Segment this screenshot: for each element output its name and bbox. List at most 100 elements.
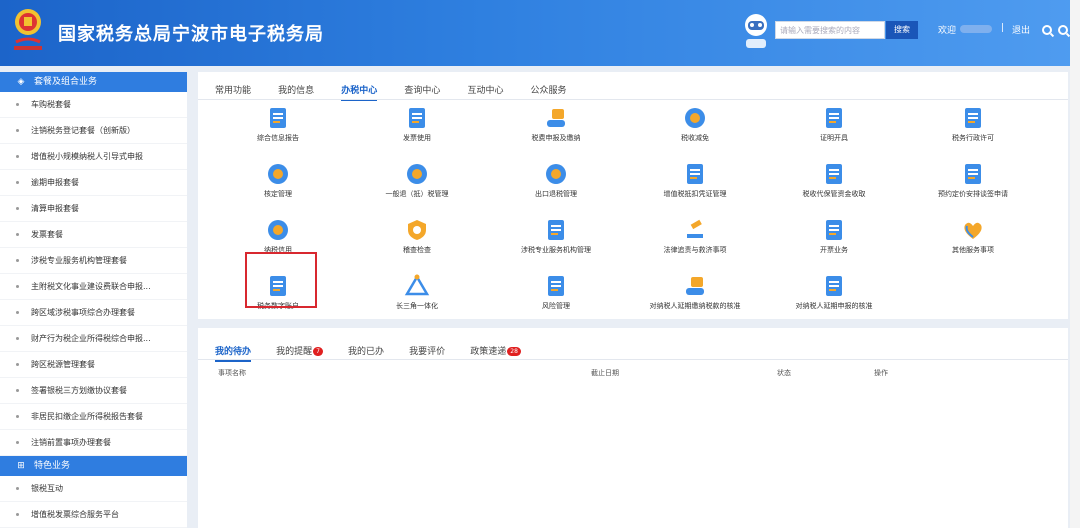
sidebar-item-special[interactable]: 银税互动 [0,476,187,502]
sidebar-item-label: 跨区税源管理套餐 [31,360,95,369]
tab-policy[interactable]: 政策速递 28 [470,344,521,360]
bullet-icon [16,415,19,418]
sidebar-item-package[interactable]: 注销前置事项办理套餐 [0,430,187,456]
license-icon [965,108,981,128]
sidebar-item-label: 签署银税三方划缴协议套餐 [31,386,127,395]
sidebar-item-label: 注销前置事项办理套餐 [31,438,111,447]
service-fund[interactable]: 税收代保管资金收取 [764,158,904,204]
welcome-text: 欢迎 [938,26,957,36]
logout-link[interactable]: 退出 [1012,23,1030,36]
service-law[interactable]: 法律追责与救济事项 [625,214,765,260]
sidebar-item-label: 涉税专业服务机构管理套餐 [31,256,127,265]
sidebar-section-special[interactable]: ⊞ 特色业务 [0,456,187,476]
service-center-panel: 常用功能 我的信息 办税中心 查询中心 互动中心 公众服务 综合信息报告 发票使用… [198,72,1068,319]
approve-icon [268,164,288,184]
search-button[interactable]: 搜索 [886,21,918,39]
sidebar-item-package[interactable]: 跨区税源管理套餐 [0,352,187,378]
sidebar-item-package[interactable]: 增值税小规模纳税人引导式申报 [0,144,187,170]
service-deferred-declare[interactable]: 对纳税人延期申报的核准 [764,270,904,316]
bullet-icon [16,103,19,106]
fund-icon [826,164,842,184]
bullet-icon [16,181,19,184]
sidebar-item-label: 增值税发票综合服务平台 [31,510,119,519]
sidebar-item-package[interactable]: 跨区域涉税事项综合办理套餐 [0,300,187,326]
page-scrollbar[interactable] [1070,0,1080,528]
service-report[interactable]: 综合信息报告 [208,102,348,148]
sidebar-item-package[interactable]: 清算申报套餐 [0,196,187,222]
sidebar-item-package[interactable]: 逾期申报套餐 [0,170,187,196]
service-tax-reduce[interactable]: 税收减免 [625,102,765,148]
sidebar-item-label: 车购税套餐 [31,100,71,109]
sidebar-item-package[interactable]: 注销税务登记套餐（创新版） [0,118,187,144]
service-license[interactable]: 税务行政许可 [903,102,1043,148]
bullet-icon [16,363,19,366]
service-agency[interactable]: 涉税专业服务机构管理 [486,214,626,260]
sidebar-item-special[interactable]: 增值税发票综合服务平台 [0,502,187,528]
sidebar-item-label: 清算申报套餐 [31,204,79,213]
service-export-refund[interactable]: 出口退税管理 [486,158,626,204]
sidebar-item-package[interactable]: 发票套餐 [0,222,187,248]
tab-my-reminders[interactable]: 我的提醒 7 [276,344,323,360]
sidebar-item-package[interactable]: 财产行为税企业所得税综合申报... [0,326,187,352]
service-risk[interactable]: 风险管理 [486,270,626,316]
triangle-icon [404,274,430,296]
tab-my-done[interactable]: 我的已办 [348,344,384,360]
sidebar-item-package[interactable]: 非居民扣缴企业所得税报告套餐 [0,404,187,430]
column-deadline: 截止日期 [591,369,619,377]
bullet-icon [16,259,19,262]
sidebar-item-package[interactable]: 签署银税三方划缴协议套餐 [0,378,187,404]
sidebar-item-label: 跨区域涉税事项综合办理套餐 [31,308,135,317]
sidebar-item-label: 财产行为税企业所得税综合申报... [31,334,151,343]
tab-common[interactable]: 常用功能 [215,83,251,99]
bullet-icon [16,129,19,132]
service-tax-declare[interactable]: 税费申报及缴纳 [486,102,626,148]
service-label: 税收减免 [681,134,709,142]
export-refund-icon [546,164,566,184]
invoice-icon [409,108,425,128]
search-input[interactable]: 请输入需要搜索的内容 [775,21,885,39]
service-label: 涉税专业服务机构管理 [521,246,591,254]
service-label: 长三角一体化 [396,302,438,310]
service-label: 对纳税人延期缴纳税款的核准 [649,302,741,310]
tax-declare-icon [547,109,565,127]
service-heart[interactable]: 其他服务事项 [903,214,1043,260]
service-label: 预约定价安排谈签申请 [938,190,1008,198]
service-certificate[interactable]: 证明开具 [764,102,904,148]
sidebar-item-label: 主附税文化事业建设费联合申报... [31,282,151,291]
tab-interaction-center[interactable]: 互动中心 [467,83,503,99]
assistant-robot-icon[interactable] [742,12,770,54]
vat-voucher-icon [687,164,703,184]
law-icon [687,219,703,238]
sidebar-item-package[interactable]: 车购税套餐 [0,92,187,118]
inspect-icon [408,220,426,240]
sidebar-item-package[interactable]: 涉税专业服务机构管理套餐 [0,248,187,274]
tab-evaluate[interactable]: 我要评价 [409,344,445,360]
service-approve[interactable]: 核定管理 [208,158,348,204]
service-label: 增值税抵扣凭证管理 [663,190,727,198]
header-bar: 国家税务总局宁波市电子税务局 请输入需要搜索的内容 搜索 欢迎 | 退出 [0,0,1080,66]
bullet-icon [16,233,19,236]
service-inspect[interactable]: 稽查检查 [347,214,487,260]
reminder-count-badge: 7 [313,347,323,356]
service-triangle[interactable]: 长三角一体化 [347,270,487,316]
tab-query-center[interactable]: 查询中心 [404,83,440,99]
site-title: 国家税务总局宁波市电子税务局 [58,24,324,45]
zoom-in-icon[interactable] [1042,25,1052,35]
service-label: 风险管理 [542,302,570,310]
service-deferred-pay[interactable]: 对纳税人延期缴纳税款的核准 [625,270,765,316]
service-vat-voucher[interactable]: 增值税抵扣凭证管理 [625,158,765,204]
refund-icon [407,164,427,184]
credit-icon [268,220,288,240]
service-refund[interactable]: 一般退（抵）税管理 [347,158,487,204]
service-invoice[interactable]: 发票使用 [347,102,487,148]
sidebar-section-packages[interactable]: ◈ 套餐及组合业务 [0,72,187,92]
sidebar-item-label: 发票套餐 [31,230,63,239]
zoom-out-icon[interactable] [1058,25,1068,35]
highlight-box [245,252,317,308]
service-calendar[interactable]: 预约定价安排谈签申请 [903,158,1043,204]
bullet-icon [16,513,19,516]
tab-public-service[interactable]: 公众服务 [531,83,567,99]
service-billing[interactable]: 开票业务 [764,214,904,260]
sidebar-item-package[interactable]: 主附税文化事业建设费联合申报... [0,274,187,300]
tab-my-info[interactable]: 我的信息 [278,83,314,99]
